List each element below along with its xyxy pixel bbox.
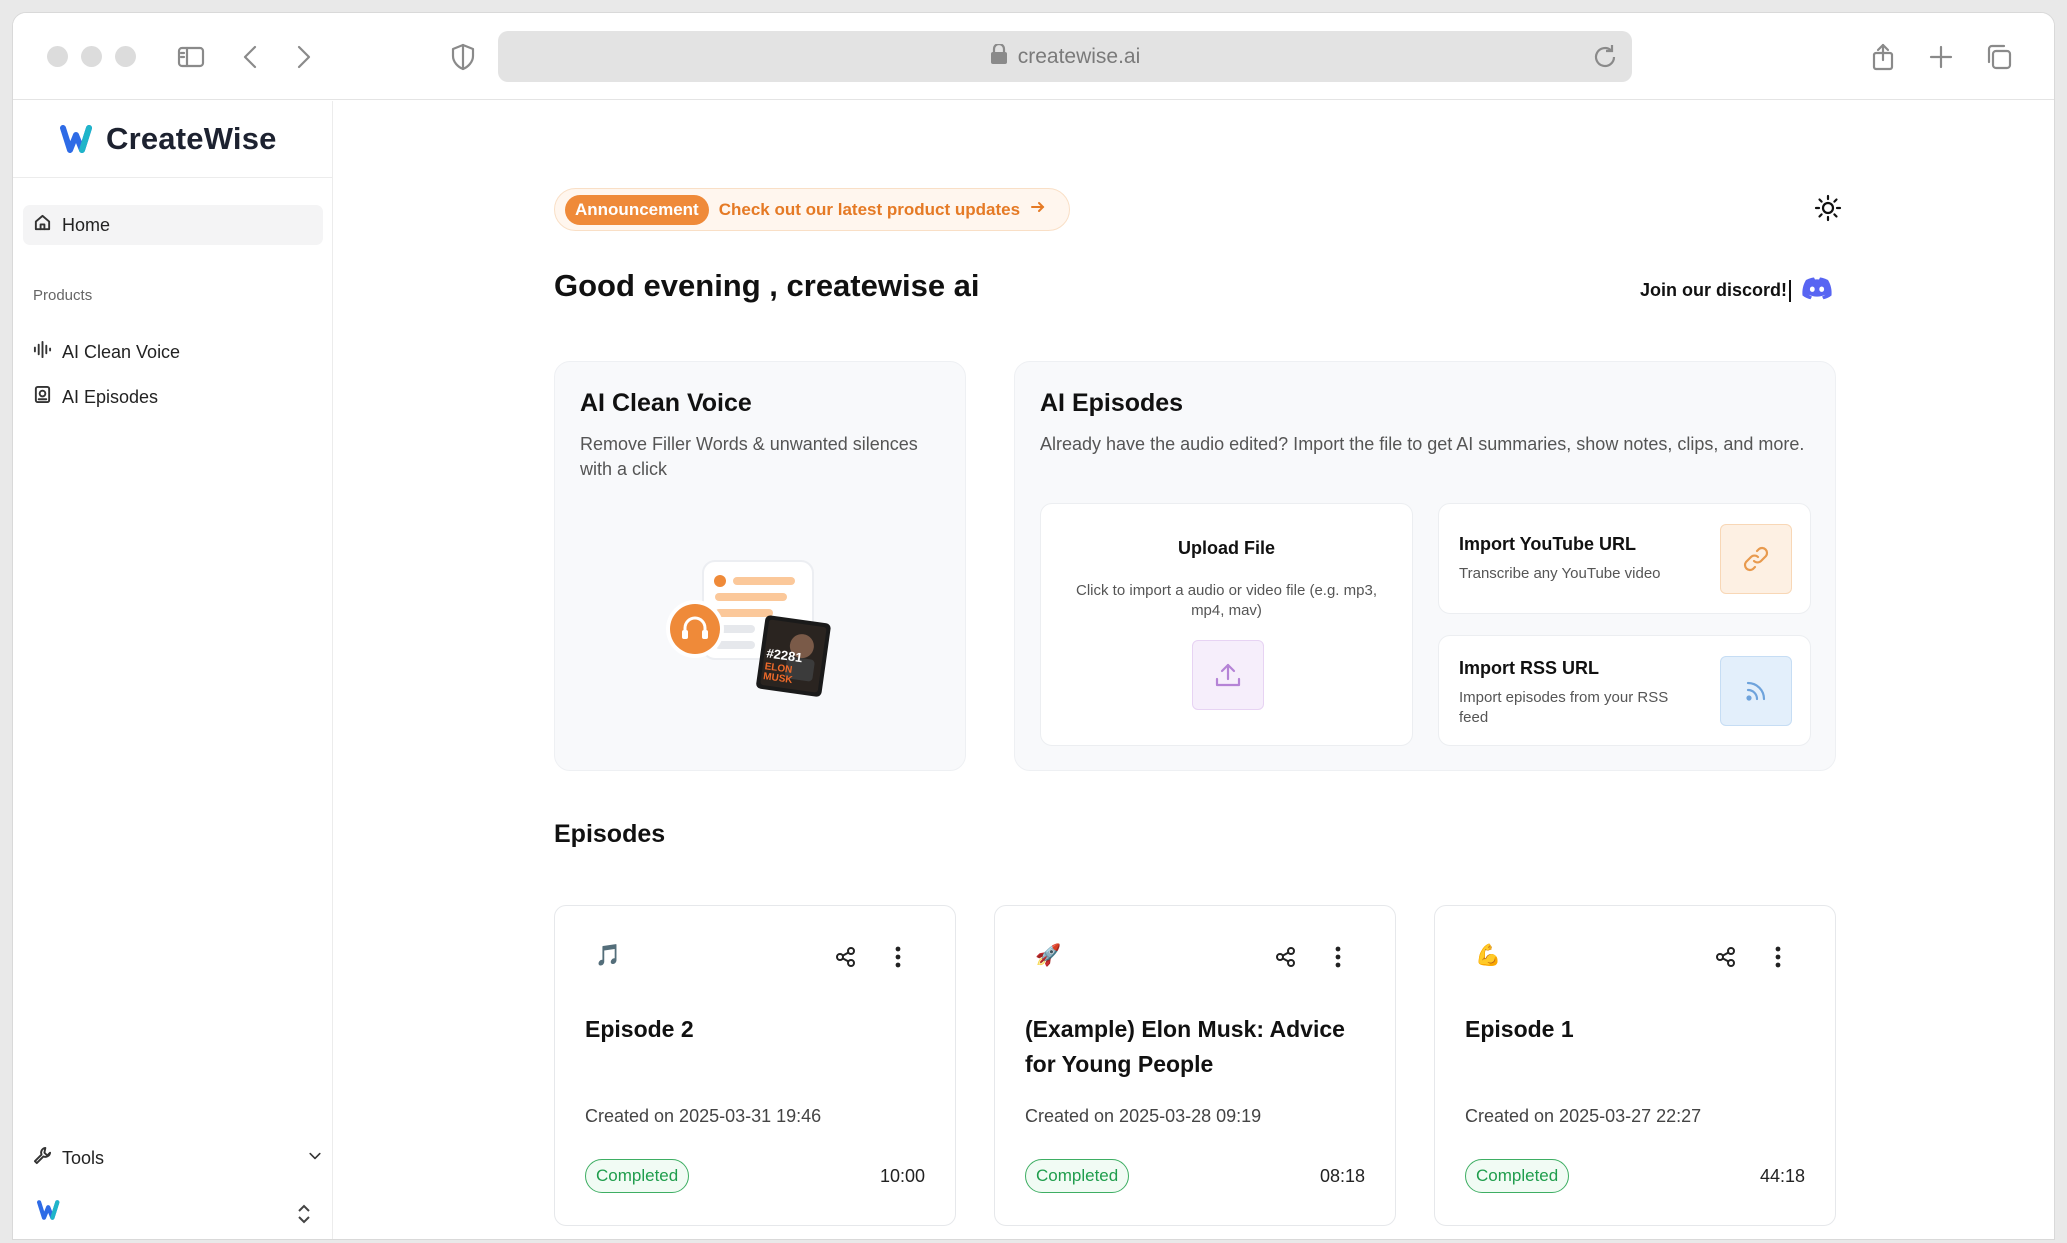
episode-created: Created on 2025-03-31 19:46 bbox=[585, 1106, 822, 1126]
reload-icon[interactable] bbox=[1590, 42, 1620, 72]
episode-created: Created on 2025-03-28 09:19 bbox=[1025, 1106, 1262, 1126]
greeting-title: Good evening , createwise ai bbox=[554, 268, 980, 303]
tab-overview-icon[interactable] bbox=[1981, 39, 2017, 75]
home-icon bbox=[33, 213, 52, 237]
logo-text: CreateWise bbox=[106, 121, 277, 156]
episode-title: Episode 1 bbox=[1465, 1016, 1574, 1042]
episode-duration: 10:00 bbox=[879, 1166, 925, 1186]
share-icon[interactable] bbox=[835, 946, 857, 973]
status-badge: Completed bbox=[1025, 1159, 1130, 1193]
card-description: Remove Filler Words & unwanted silences … bbox=[580, 434, 918, 479]
share-icon[interactable] bbox=[1715, 946, 1737, 973]
link-icon bbox=[1720, 524, 1792, 594]
status-badge: Completed bbox=[1465, 1159, 1570, 1193]
flexed-biceps-icon: 💪 bbox=[1475, 944, 1502, 967]
rss-title: Import RSS URL bbox=[1459, 658, 1600, 678]
episode-card[interactable]: 🎵 Episode 2 Created on 2025-03-31 19:46 … bbox=[554, 905, 956, 1226]
text-cursor bbox=[1789, 279, 1792, 302]
sidebar-item-home[interactable]: Home bbox=[23, 205, 323, 245]
episode-card[interactable]: 💪 Episode 1 Created on 2025-03-27 22:27 … bbox=[1434, 905, 1836, 1226]
discord-icon bbox=[1801, 276, 1833, 305]
sidebar: CreateWise Home Products AI Clean Voice … bbox=[13, 101, 333, 1239]
theme-toggle-sun-icon[interactable] bbox=[1813, 193, 1843, 228]
ai-clean-voice-card[interactable]: AI Clean Voice Remove Filler Words & unw… bbox=[554, 361, 966, 771]
tools-label: Tools bbox=[62, 1147, 105, 1168]
share-icon[interactable] bbox=[1275, 946, 1297, 973]
card-title: AI Episodes bbox=[1040, 389, 1184, 417]
ai-episodes-card: AI Episodes Already have the audio edite… bbox=[1014, 361, 1836, 771]
browser-window: createwise.ai CreateWise Home Products A… bbox=[12, 12, 2055, 1240]
zoom-window-button[interactable] bbox=[115, 46, 136, 67]
sidebar-item-label: AI Clean Voice bbox=[62, 341, 181, 362]
more-options-icon[interactable] bbox=[895, 946, 901, 973]
import-rss-url-button[interactable]: Import RSS URL Import episodes from your… bbox=[1438, 635, 1811, 746]
wrench-icon bbox=[33, 1146, 52, 1170]
forward-icon[interactable] bbox=[285, 39, 321, 75]
sidebar-item-ai-episodes[interactable]: AI Episodes bbox=[33, 381, 158, 413]
sidebar-section-products: Products bbox=[33, 287, 93, 304]
sidebar-toggle-icon[interactable] bbox=[173, 39, 209, 75]
discord-label: Join our discord! bbox=[1640, 280, 1788, 300]
discord-link[interactable]: Join our discord! bbox=[1640, 276, 1833, 305]
sidebar-item-label: Home bbox=[62, 214, 111, 235]
youtube-description: Transcribe any YouTube video bbox=[1459, 565, 1661, 582]
createwise-logo[interactable]: CreateWise bbox=[13, 101, 332, 178]
more-options-icon[interactable] bbox=[1775, 946, 1781, 973]
announcement-badge: Announcement bbox=[565, 194, 709, 225]
episode-title: Episode 2 bbox=[585, 1016, 694, 1042]
clean-voice-illustration: #2281 ELON MUSK bbox=[665, 559, 855, 714]
episode-card[interactable]: 🚀 (Example) Elon Musk: Advice for Young … bbox=[994, 905, 1396, 1226]
rss-icon bbox=[1720, 656, 1792, 726]
createwise-logo-icon bbox=[60, 125, 92, 153]
episode-title: (Example) Elon Musk: Advice for Young Pe… bbox=[1025, 1016, 1345, 1077]
rocket-icon: 🚀 bbox=[1035, 944, 1062, 967]
episode-duration: 08:18 bbox=[1319, 1166, 1365, 1186]
upload-description: Click to import a audio or video file (e… bbox=[1076, 582, 1377, 619]
youtube-title: Import YouTube URL bbox=[1459, 534, 1636, 554]
announcement-banner[interactable]: Announcement Check out our latest produc… bbox=[554, 188, 1070, 231]
sidebar-item-label: AI Episodes bbox=[62, 386, 159, 407]
workspace-logo-icon[interactable] bbox=[37, 1200, 65, 1225]
address-bar[interactable]: createwise.ai bbox=[498, 31, 1632, 82]
main-content: Announcement Check out our latest produc… bbox=[333, 101, 2054, 1239]
upload-title: Upload File bbox=[1177, 538, 1275, 558]
announcement-link[interactable]: Check out our latest product updates bbox=[719, 200, 1020, 220]
share-page-icon[interactable] bbox=[1865, 39, 1901, 75]
card-title: AI Clean Voice bbox=[580, 389, 752, 417]
minimize-window-button[interactable] bbox=[81, 46, 102, 67]
episode-duration: 44:18 bbox=[1759, 1166, 1805, 1186]
card-description: Already have the audio edited? Import th… bbox=[1040, 434, 1805, 454]
episodes-section-title: Episodes bbox=[554, 820, 666, 848]
sidebar-item-ai-clean-voice[interactable]: AI Clean Voice bbox=[33, 336, 180, 368]
episodes-icon bbox=[33, 385, 52, 409]
back-icon[interactable] bbox=[233, 39, 269, 75]
more-options-icon[interactable] bbox=[1335, 946, 1341, 973]
episode-created: Created on 2025-03-27 22:27 bbox=[1465, 1106, 1702, 1126]
upload-file-button[interactable]: Upload File Click to import a audio or v… bbox=[1040, 503, 1413, 746]
privacy-shield-icon[interactable] bbox=[445, 39, 481, 75]
chevron-down-icon bbox=[307, 1148, 323, 1169]
upload-icon bbox=[1192, 640, 1264, 710]
waveform-icon bbox=[33, 340, 52, 364]
rss-description: Import episodes from your RSS feed bbox=[1459, 689, 1669, 726]
status-badge: Completed bbox=[585, 1159, 690, 1193]
lock-icon bbox=[990, 42, 1008, 70]
browser-toolbar: createwise.ai bbox=[13, 13, 2054, 100]
arrow-right-icon bbox=[1030, 199, 1046, 220]
import-youtube-url-button[interactable]: Import YouTube URL Transcribe any YouTub… bbox=[1438, 503, 1811, 614]
sidebar-tools-toggle[interactable]: Tools bbox=[33, 1140, 323, 1176]
close-window-button[interactable] bbox=[47, 46, 68, 67]
url-text: createwise.ai bbox=[1017, 44, 1141, 68]
new-tab-icon[interactable] bbox=[1923, 39, 1959, 75]
music-note-icon: 🎵 bbox=[595, 944, 622, 967]
workspace-switch-icon[interactable] bbox=[295, 1203, 313, 1230]
